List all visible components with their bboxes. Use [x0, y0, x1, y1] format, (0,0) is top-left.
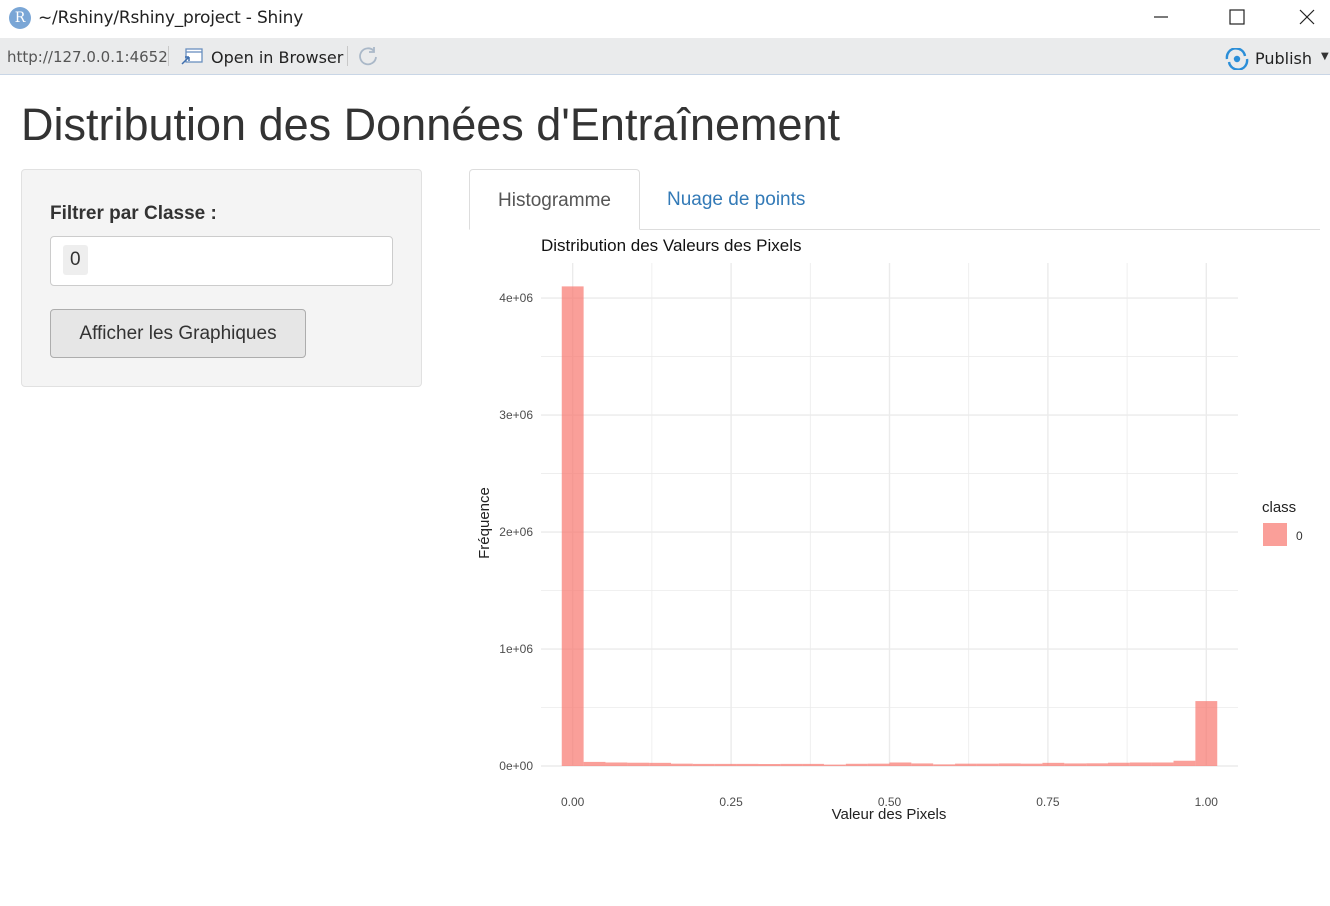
window-title: ~/Rshiny/Rshiny_project - Shiny [38, 8, 304, 28]
sidebar-panel: Filtrer par Classe : 0 Afficher les Grap… [21, 169, 422, 387]
chart-title: Distribution des Valeurs des Pixels [541, 236, 801, 255]
legend-key-swatch [1263, 523, 1287, 546]
selected-class-chip[interactable]: 0 [63, 245, 88, 275]
close-icon [1299, 9, 1315, 25]
publish-label: Publish [1255, 49, 1313, 68]
histogram-bar [692, 763, 715, 766]
histogram-bar [955, 763, 977, 766]
r-logo-icon: R [9, 7, 31, 29]
x-axis-label: Valeur des Pixels [832, 806, 947, 823]
open-in-browser-icon [181, 48, 203, 65]
window-title-bar: R ~/Rshiny/Rshiny_project - Shiny [0, 0, 1330, 38]
minimize-icon [1154, 16, 1168, 18]
url-text[interactable]: http://127.0.0.1:4652 [7, 48, 168, 66]
x-tick-label: 0.25 [719, 795, 743, 809]
x-tick-label: 1.00 [1195, 795, 1219, 809]
viewer-toolbar: http://127.0.0.1:4652 Open in Browser [0, 38, 1330, 75]
histogram-bar [1151, 762, 1174, 766]
chart-grid-major [541, 263, 1238, 767]
y-tick-label: 1e+06 [499, 642, 533, 656]
histogram-bar [714, 763, 737, 766]
toolbar-divider [347, 46, 348, 66]
page-title: Distribution des Données d'Entraînement [21, 99, 841, 150]
histogram-bar [649, 762, 671, 766]
histogram-bar [1108, 762, 1130, 766]
histogram-bar [1064, 763, 1087, 766]
toolbar-divider [168, 46, 169, 66]
class-filter-input[interactable]: 0 [50, 236, 393, 286]
histogram-bar [583, 761, 606, 766]
close-button[interactable] [1282, 0, 1330, 36]
histogram-bar [670, 763, 693, 766]
y-axis-ticks: 0e+00 1e+06 2e+06 3e+06 4e+06 [499, 291, 533, 773]
maximize-icon [1229, 9, 1245, 25]
y-tick-label: 0e+00 [499, 759, 533, 773]
histogram-bar [561, 286, 584, 766]
histogram-bar [998, 763, 1021, 766]
histogram-bar [1042, 762, 1065, 766]
x-tick-label: 0.00 [561, 795, 585, 809]
histogram-bar [1086, 763, 1109, 766]
tab-histogramme[interactable]: Histogramme [469, 169, 640, 230]
show-charts-button[interactable]: Afficher les Graphiques [50, 309, 306, 358]
histogram-bar [823, 764, 846, 766]
histogram-bar [911, 763, 934, 766]
histogram-bar [1173, 760, 1196, 766]
histogram-bar [976, 763, 999, 766]
histogram-bar [780, 763, 803, 766]
y-tick-label: 3e+06 [499, 408, 533, 422]
histogram-bar [627, 762, 650, 766]
histogram-bar [1129, 762, 1152, 766]
histogram-bar [605, 762, 628, 766]
publish-icon [1225, 48, 1249, 70]
filter-label: Filtrer par Classe : [50, 203, 217, 224]
histogram-bar [889, 762, 912, 766]
histogram-bar [1020, 763, 1043, 766]
histogram-bar [1195, 701, 1218, 766]
legend-title: class [1262, 499, 1296, 516]
histogram-bar [933, 764, 956, 766]
histogram-bar [802, 763, 824, 766]
y-axis-label: Fréquence [476, 487, 493, 559]
maximize-button[interactable] [1212, 0, 1262, 36]
chart-legend: class 0 [1262, 499, 1303, 546]
minimize-button[interactable] [1136, 0, 1186, 36]
histogram-bar [758, 764, 781, 766]
refresh-icon[interactable] [357, 45, 379, 67]
y-tick-label: 2e+06 [499, 525, 533, 539]
legend-entry-label: 0 [1296, 529, 1303, 543]
histogram-bar [845, 763, 868, 766]
x-tick-label: 0.75 [1036, 795, 1060, 809]
histogram-bar [867, 763, 890, 766]
tabs-bar: Histogramme Nuage de points [469, 169, 1320, 230]
chevron-down-icon[interactable]: ▼ [1321, 51, 1329, 62]
open-in-browser-label: Open in Browser [211, 48, 344, 67]
histogram-bar [736, 763, 759, 766]
y-tick-label: 4e+06 [499, 291, 533, 305]
histogram-chart: 0e+001e+062e+063e+064e+06 0.00 0.25 0.50 0.… [476, 236, 1303, 823]
tab-nuage-de-points[interactable]: Nuage de points [667, 169, 805, 230]
